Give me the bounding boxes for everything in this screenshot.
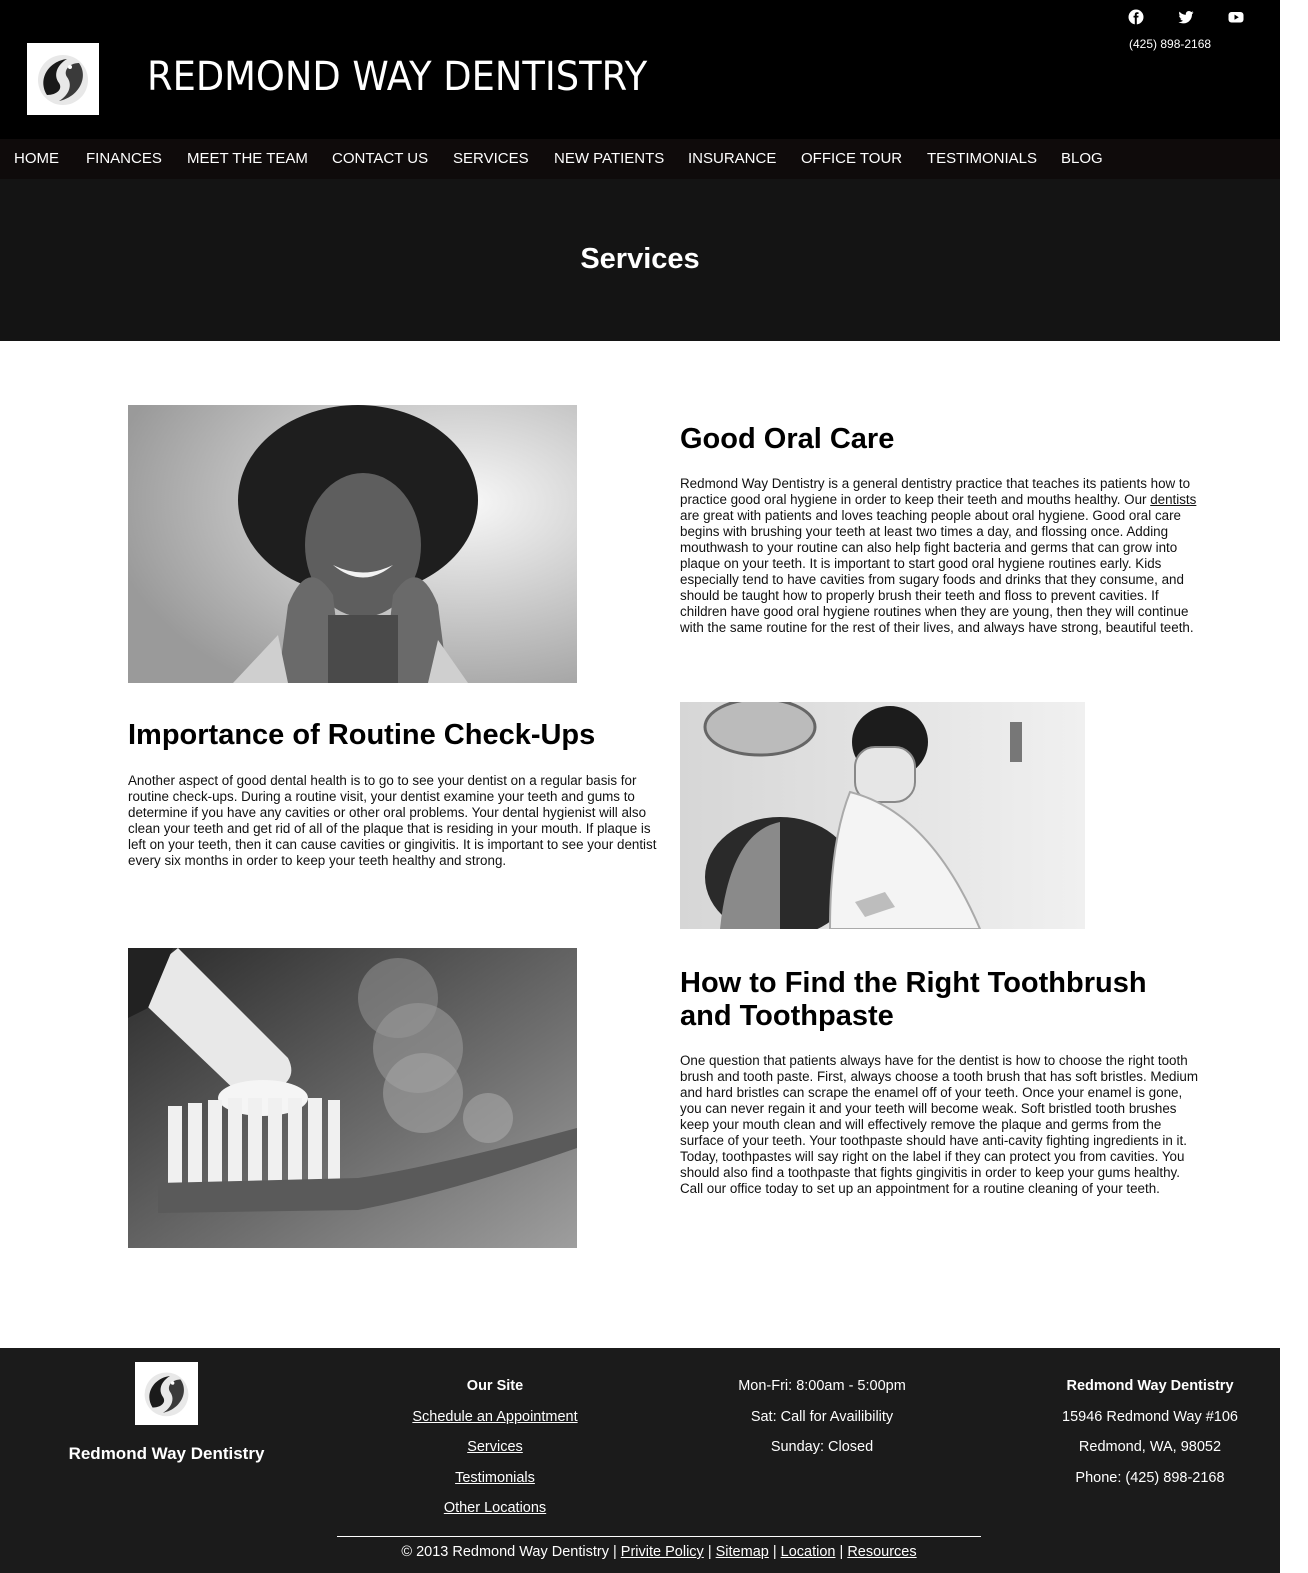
header-phone[interactable]: (425) 898-2168 — [1129, 37, 1211, 51]
logo-emblem-icon — [135, 1362, 198, 1425]
footer-link-sitemap[interactable]: Sitemap — [716, 1544, 769, 1560]
nav-item-insurance[interactable]: INSURANCE — [688, 150, 776, 167]
footer-bottom-bar: © 2013 Redmond Way Dentistry | Privite P… — [337, 1544, 981, 1560]
section-body-routine-check-ups: Another aspect of good dental health is … — [128, 773, 657, 868]
separator: | — [703, 1544, 716, 1560]
separator: | — [608, 1544, 621, 1560]
site-footer: Redmond Way Dentistry Our Site Schedule … — [0, 1348, 1280, 1573]
section-title-toothbrush-toothpaste: How to Find the Right Toothbrush and Too… — [680, 967, 1147, 1032]
separator: | — [768, 1544, 781, 1560]
smiling-woman-photo — [128, 405, 577, 683]
social-links — [1128, 9, 1248, 27]
nav-item-blog[interactable]: BLOG — [1061, 150, 1103, 167]
footer-link-resources[interactable]: Resources — [847, 1544, 916, 1560]
nav-item-services[interactable]: SERVICES — [453, 150, 529, 167]
footer-hours: Mon-Fri: 8:00am - 5:00pm Sat: Call for A… — [712, 1376, 932, 1468]
dentist-examining-patient-photo — [680, 702, 1085, 929]
footer-hours-saturday: Sat: Call for Availibility — [750, 1408, 894, 1425]
footer-link-testimonials[interactable]: Testimonials — [455, 1470, 535, 1486]
nav-item-new-patients[interactable]: NEW PATIENTS — [554, 150, 664, 167]
footer-contact-name: Redmond Way Dentistry — [1066, 1378, 1234, 1394]
footer-link-services[interactable]: Services — [467, 1439, 523, 1455]
site-header: REDMOND WAY DENTISTRY (425) 898-2168 — [0, 0, 1280, 139]
nav-item-home[interactable]: HOME — [14, 150, 59, 167]
page-title: Services — [580, 243, 700, 275]
body-text: Redmond Way Dentistry is a general denti… — [680, 476, 1191, 507]
nav-item-meet-the-team[interactable]: MEET THE TEAM — [187, 150, 308, 167]
footer-link-other-locations[interactable]: Other Locations — [444, 1500, 546, 1516]
toothbrush-toothpaste-photo — [128, 948, 577, 1248]
section-body-toothbrush-toothpaste: One question that patients always have f… — [680, 1053, 1199, 1196]
footer-link-privacy-policy[interactable]: Privite Policy — [621, 1544, 704, 1560]
footer-address-line1: 15946 Redmond Way #106 — [1062, 1408, 1238, 1425]
footer-address-line2: Redmond, WA, 98052 — [1078, 1439, 1222, 1455]
footer-hours-sunday: Sunday: Closed — [770, 1439, 874, 1455]
section-title-routine-check-ups: Importance of Routine Check-Ups — [128, 719, 596, 751]
main-nav: HOME FINANCES MEET THE TEAM CONTACT US S… — [0, 139, 1280, 179]
footer-link-location[interactable]: Location — [781, 1544, 836, 1560]
separator: | — [835, 1544, 848, 1560]
page-banner: Services — [0, 179, 1280, 341]
nav-item-testimonials[interactable]: TESTIMONIALS — [927, 150, 1037, 167]
dentists-link[interactable]: dentists — [1150, 492, 1196, 507]
site-title: REDMOND WAY DENTISTRY — [147, 54, 648, 100]
footer-logo[interactable] — [135, 1362, 198, 1425]
footer-our-site: Our Site Schedule an Appointment Service… — [395, 1376, 595, 1529]
footer-brand: Redmond Way Dentistry — [68, 1444, 265, 1463]
facebook-icon[interactable] — [1128, 9, 1144, 25]
footer-divider — [337, 1536, 981, 1537]
section-body-good-oral-care: Redmond Way Dentistry is a general denti… — [680, 476, 1200, 636]
section-title-good-oral-care: Good Oral Care — [680, 423, 895, 455]
youtube-icon[interactable] — [1228, 9, 1244, 25]
copyright-text: © 2013 Redmond Way Dentistry — [401, 1544, 609, 1560]
nav-item-contact-us[interactable]: CONTACT US — [332, 150, 428, 167]
footer-our-site-title: Our Site — [466, 1378, 524, 1394]
twitter-icon[interactable] — [1178, 9, 1194, 25]
nav-item-finances[interactable]: FINANCES — [86, 150, 162, 167]
site-logo[interactable] — [27, 43, 99, 115]
logo-emblem-icon — [27, 43, 99, 115]
footer-hours-weekday: Mon-Fri: 8:00am - 5:00pm — [738, 1378, 906, 1394]
footer-link-schedule-appointment[interactable]: Schedule an Appointment — [412, 1409, 577, 1425]
footer-phone: Phone: (425) 898-2168 — [1075, 1469, 1225, 1486]
nav-item-office-tour[interactable]: OFFICE TOUR — [801, 150, 902, 167]
body-text: are great with patients and loves teachi… — [680, 508, 1194, 635]
footer-contact: Redmond Way Dentistry 15946 Redmond Way … — [1040, 1376, 1260, 1498]
